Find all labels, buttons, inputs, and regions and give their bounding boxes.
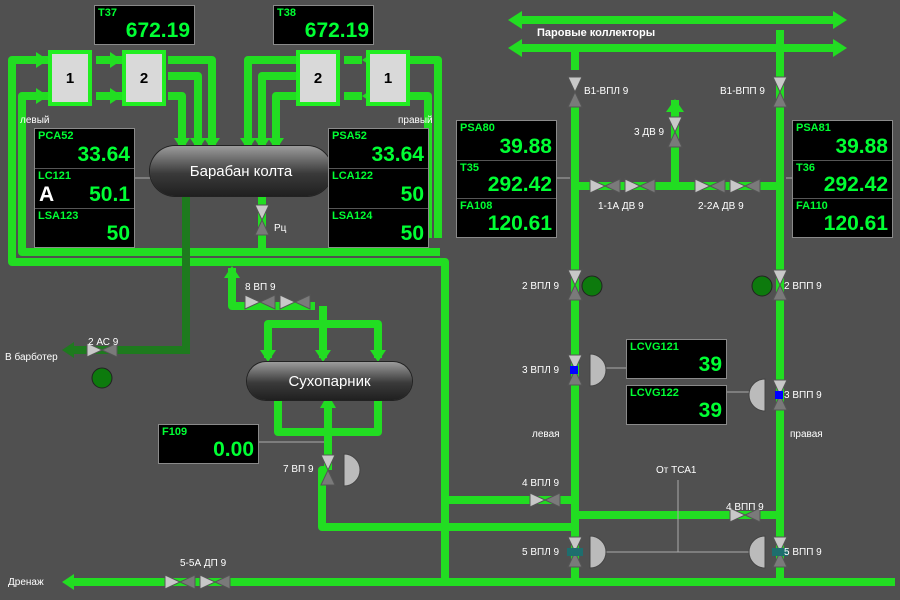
tag-t38: T38 bbox=[277, 7, 296, 19]
label-5vpl9: 5 ВПЛ 9 bbox=[522, 547, 560, 558]
label-to-bubbler: В барботер bbox=[5, 352, 58, 363]
valve-5vpp9[interactable] bbox=[748, 535, 788, 569]
value-psa80: 39.88 bbox=[499, 135, 552, 158]
valve-3dv9[interactable] bbox=[667, 116, 683, 148]
value-lcvg121: 39 bbox=[698, 353, 722, 376]
valve-2vpl9[interactable] bbox=[567, 269, 583, 301]
label-2ac9: 2 АС 9 bbox=[88, 337, 119, 348]
label-1-1a-dv9: 1-1А ДВ 9 bbox=[598, 201, 644, 212]
drum-vessel[interactable]: Барабан колта bbox=[150, 146, 332, 196]
label-right-line: правая bbox=[790, 429, 823, 440]
tag-lsa124: LSA124 bbox=[332, 210, 373, 222]
value-t37: 672.19 bbox=[125, 19, 190, 42]
panel-drum-left[interactable]: PCA52 33.64 LC121 A 50.1 LSA123 50 bbox=[34, 128, 135, 248]
indicator-2vpl bbox=[581, 275, 603, 297]
label-rc: Рц bbox=[274, 223, 287, 234]
label-from-tca1: От ТСА1 bbox=[656, 465, 697, 476]
valve-4vpl9[interactable] bbox=[529, 492, 561, 508]
tag-t37: T37 bbox=[98, 7, 117, 19]
tag-lc121: LC121 bbox=[38, 170, 72, 182]
label-2vpl9: 2 ВПЛ 9 bbox=[522, 281, 560, 292]
panel-t37[interactable]: T37 672.19 bbox=[94, 5, 195, 45]
tag-lsa123: LSA123 bbox=[38, 210, 79, 222]
tag-psa80: PSA80 bbox=[460, 122, 495, 134]
tag-lcvg122: LCVG122 bbox=[630, 387, 679, 399]
label-left-side: левый bbox=[20, 115, 50, 126]
drum-label: Барабан колта bbox=[189, 162, 293, 180]
value-lcvg122: 39 bbox=[698, 399, 722, 422]
value-t36: 292.42 bbox=[823, 173, 888, 196]
panel-f109[interactable]: F109 0.00 bbox=[158, 424, 259, 464]
label-b1-vpp9: В1-ВПП 9 bbox=[720, 86, 765, 97]
panel-right-steam[interactable]: PSA81 39.88 T36 292.42 FA110 120.61 bbox=[792, 120, 893, 238]
tag-t35: T35 bbox=[460, 162, 479, 174]
label-4vpl9: 4 ВПЛ 9 bbox=[522, 478, 560, 489]
label-left-line: левая bbox=[532, 429, 560, 440]
value-lca122: 50 bbox=[400, 183, 424, 206]
tag-lcvg121: LCVG121 bbox=[630, 341, 679, 353]
label-4vpp9: 4 ВПП 9 bbox=[726, 502, 764, 513]
label-right-side: правый bbox=[398, 115, 433, 126]
label-5vpp9: 5 ВПП 9 bbox=[784, 547, 822, 558]
value-fa108: 120.61 bbox=[487, 212, 552, 235]
burner-left-1[interactable]: 1 bbox=[48, 50, 92, 106]
label-b1-vpl9: В1-ВПЛ 9 bbox=[584, 86, 629, 97]
panel-left-steam[interactable]: PSA80 39.88 T35 292.42 FA108 120.61 bbox=[456, 120, 557, 238]
scada-screen: Барабан колта Сухопарник 1 2 2 1 T37 672… bbox=[0, 0, 900, 600]
pump-indicator-ac bbox=[91, 367, 113, 389]
tag-t36: T36 bbox=[796, 162, 815, 174]
tag-psa52: PSA52 bbox=[332, 130, 367, 142]
value-lsa123: 50 bbox=[106, 222, 130, 245]
label-steam-collectors: Паровые коллекторы bbox=[537, 27, 656, 39]
valve-3vpp9[interactable] bbox=[748, 378, 788, 412]
label-2-2a-dv9: 2-2А ДВ 9 bbox=[698, 201, 744, 212]
burner-right-1[interactable]: 1 bbox=[366, 50, 410, 106]
label-7vp9: 7 ВП 9 bbox=[283, 464, 314, 475]
panel-lcvg122[interactable]: LCVG122 39 bbox=[626, 385, 727, 425]
burner-left-2[interactable]: 2 bbox=[122, 50, 166, 106]
value-psa52: 33.64 bbox=[371, 143, 424, 166]
value-psa81: 39.88 bbox=[835, 135, 888, 158]
tag-fa108: FA108 bbox=[460, 200, 493, 212]
valve-5vpl9[interactable] bbox=[567, 535, 607, 569]
tag-pca52: PCA52 bbox=[38, 130, 74, 142]
burner-right-2[interactable]: 2 bbox=[296, 50, 340, 106]
valve-3vpl9[interactable] bbox=[567, 353, 607, 387]
separator-label: Сухопарник bbox=[288, 372, 371, 390]
label-8vp9: 8 ВП 9 bbox=[245, 282, 276, 293]
value-fa110: 120.61 bbox=[823, 212, 888, 235]
panel-lcvg121[interactable]: LCVG121 39 bbox=[626, 339, 727, 379]
valve-rc[interactable] bbox=[254, 204, 270, 236]
indicator-2vpp bbox=[751, 275, 773, 297]
label-3dv9: 3 ДВ 9 bbox=[634, 127, 665, 138]
tag-f109: F109 bbox=[162, 426, 188, 438]
tag-lca122: LCA122 bbox=[332, 170, 373, 182]
panel-drum-right[interactable]: PSA52 33.64 LCA122 50 LSA124 50 bbox=[328, 128, 429, 248]
mode-lc121: A bbox=[39, 183, 55, 206]
label-5-5a-dp9: 5-5А ДП 9 bbox=[180, 558, 227, 569]
valve-b1-vpl9[interactable] bbox=[567, 76, 583, 108]
label-drain: Дренаж bbox=[8, 577, 44, 588]
panel-t38[interactable]: T38 672.19 bbox=[273, 5, 374, 45]
label-2vpp9: 2 ВПП 9 bbox=[784, 281, 822, 292]
value-lsa124: 50 bbox=[400, 222, 424, 245]
value-t35: 292.42 bbox=[487, 173, 552, 196]
value-pca52: 33.64 bbox=[77, 143, 130, 166]
tag-psa81: PSA81 bbox=[796, 122, 831, 134]
valve-b1-vpp9[interactable] bbox=[772, 76, 788, 108]
value-t38: 672.19 bbox=[304, 19, 369, 42]
separator-vessel[interactable]: Сухопарник bbox=[247, 362, 412, 400]
label-3vpl9: 3 ВПЛ 9 bbox=[522, 365, 560, 376]
value-lc121: 50.1 bbox=[89, 183, 130, 206]
value-f109: 0.00 bbox=[213, 438, 254, 461]
label-3vpp9: 3 ВПП 9 bbox=[784, 390, 822, 401]
tag-fa110: FA110 bbox=[796, 200, 828, 212]
